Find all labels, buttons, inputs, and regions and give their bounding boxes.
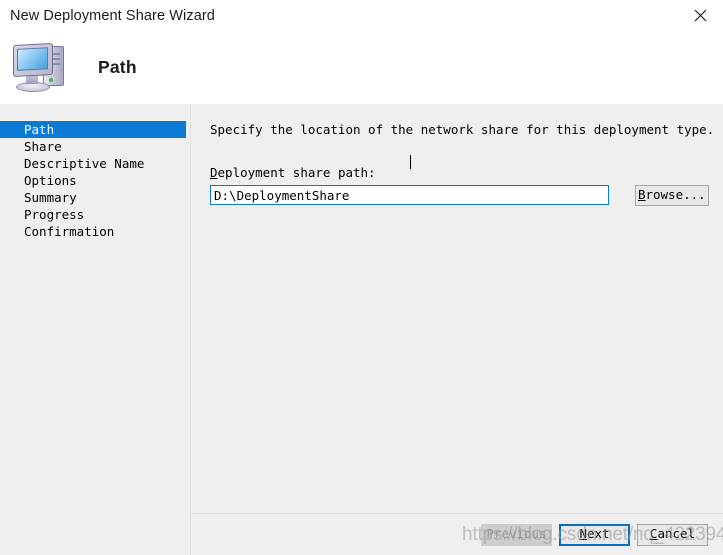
deployment-share-path-input[interactable] <box>210 185 609 205</box>
browse-button[interactable]: Browse... <box>634 185 709 206</box>
window-title: New Deployment Share Wizard <box>10 7 215 24</box>
wizard-body: Path Share Descriptive Name Options Summ… <box>0 104 723 555</box>
content-main: Specify the location of the network shar… <box>191 104 723 513</box>
monitor-screen <box>17 46 48 71</box>
browse-label-rest: rowse... <box>645 187 706 203</box>
sidebar-item-share[interactable]: Share <box>0 138 190 155</box>
text-caret <box>410 155 411 169</box>
path-label-rest: eployment share path: <box>217 165 376 180</box>
path-field-label: Deployment share path: <box>210 165 709 180</box>
sidebar-item-descriptive-name[interactable]: Descriptive Name <box>0 155 190 172</box>
cancel-button[interactable]: Cancel <box>637 523 708 546</box>
content-pane: Specify the location of the network shar… <box>191 104 723 555</box>
computer-icon <box>12 42 70 94</box>
sidebar-item-options[interactable]: Options <box>0 172 190 189</box>
cancel-label-rest: ancel <box>657 526 696 542</box>
page-title: Path <box>98 57 137 77</box>
tower-power-led <box>49 77 53 82</box>
close-button[interactable] <box>677 0 723 31</box>
next-label-rest: ext <box>586 526 610 542</box>
steps-sidebar: Path Share Descriptive Name Options Summ… <box>0 104 190 555</box>
sidebar-item-summary[interactable]: Summary <box>0 189 190 206</box>
next-accesskey: N <box>579 526 587 542</box>
wizard-footer: Previous Next Cancel <box>191 513 723 555</box>
next-button[interactable]: Next <box>559 523 630 546</box>
previous-button[interactable]: Previous <box>481 523 552 546</box>
sidebar-item-progress[interactable]: Progress <box>0 206 190 223</box>
path-field-row: Browse... <box>210 185 709 206</box>
cancel-accesskey: C <box>649 526 658 542</box>
sidebar-item-confirmation[interactable]: Confirmation <box>0 223 190 240</box>
path-label-accesskey: D <box>210 165 218 180</box>
instruction-text: Specify the location of the network shar… <box>210 122 715 137</box>
steps-list: Path Share Descriptive Name Options Summ… <box>0 121 190 240</box>
title-bar: New Deployment Share Wizard <box>0 0 723 31</box>
close-x-icon <box>694 9 706 22</box>
wizard-window: New Deployment Share Wizard Path Path Sh… <box>0 0 723 555</box>
computer-monitor <box>13 42 53 77</box>
browse-accesskey: B <box>637 187 646 203</box>
sidebar-item-path[interactable]: Path <box>0 121 186 138</box>
wizard-header: Path <box>0 31 723 104</box>
